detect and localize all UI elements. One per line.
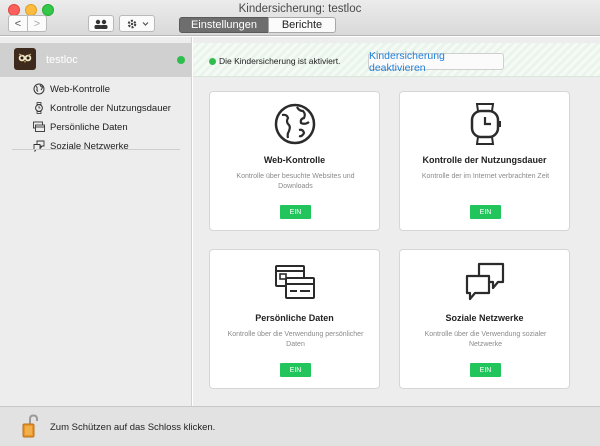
- owl-avatar-icon: [14, 48, 36, 70]
- card-web-kontrolle[interactable]: Web-Kontrolle Kontrolle über besuchte We…: [209, 91, 380, 231]
- sidebar-item-soziale-netzwerke[interactable]: Soziale Netzwerke: [0, 137, 192, 156]
- users-button[interactable]: [88, 15, 114, 32]
- chevron-right-icon: >: [33, 17, 41, 30]
- sidebar-item-label: Kontrolle der Nutzungsdauer: [50, 103, 171, 114]
- users-icon: [94, 19, 108, 29]
- online-status-dot: [177, 56, 185, 64]
- title-bar: Kindersicherung: testloc < > Einstellung…: [0, 0, 600, 36]
- sidebar-item-label: Persönliche Daten: [50, 122, 128, 133]
- globe-icon: [33, 83, 45, 95]
- tab-berichte[interactable]: Berichte: [268, 17, 336, 33]
- user-name: testloc: [46, 54, 78, 66]
- chevron-left-icon: <: [14, 17, 22, 30]
- card-title: Web-Kontrolle: [263, 155, 326, 165]
- sidebar-item-label: Web-Kontrolle: [50, 84, 111, 95]
- card-title: Persönliche Daten: [255, 313, 334, 323]
- card-icon: [33, 121, 45, 132]
- gear-icon: [127, 19, 136, 28]
- card-description: Kontrolle über die Verwendung persönlich…: [227, 331, 364, 348]
- card-nutzungsdauer[interactable]: Kontrolle der Nutzungsdauer Kontrolle de…: [399, 91, 570, 231]
- chat-bubbles-icon: [465, 262, 505, 301]
- status-banner: Die Kindersicherung ist aktiviert. Kinde…: [193, 43, 600, 77]
- settings-menu-button[interactable]: [119, 15, 155, 32]
- toggle-ein-button[interactable]: EIN: [280, 205, 311, 219]
- sidebar-item-nutzungsdauer[interactable]: Kontrolle der Nutzungsdauer: [0, 99, 192, 118]
- window-title: Kindersicherung: testloc: [238, 3, 362, 15]
- chevron-down-icon: [142, 21, 148, 26]
- card-soziale-netzwerke[interactable]: Soziale Netzwerke Kontrolle über die Ver…: [399, 249, 570, 389]
- card-icon: [275, 265, 315, 299]
- card-description: Kontrolle über die Verwendung sozialer N…: [424, 331, 547, 348]
- sidebar-item-label: Soziale Netzwerke: [50, 141, 129, 152]
- watch-icon: [35, 102, 43, 114]
- status-active-dot: [209, 58, 216, 65]
- card-title: Soziale Netzwerke: [445, 313, 524, 323]
- forward-button[interactable]: >: [27, 15, 47, 32]
- main-content: Die Kindersicherung ist aktiviert. Kinde…: [193, 37, 600, 406]
- sidebar-item-persoenliche-daten[interactable]: Persönliche Daten: [0, 118, 192, 137]
- status-text: Die Kindersicherung ist aktiviert.: [219, 56, 341, 66]
- chat-bubbles-icon: [33, 140, 45, 152]
- footer-lock-hint: Zum Schützen auf das Schloss klicken.: [50, 422, 216, 433]
- toggle-ein-button[interactable]: EIN: [470, 205, 501, 219]
- toggle-ein-button[interactable]: EIN: [280, 363, 311, 377]
- globe-icon: [274, 103, 316, 145]
- footer-bar: Zum Schützen auf das Schloss klicken.: [0, 406, 600, 446]
- deactivate-parental-control-button[interactable]: Kindersicherung deaktivieren: [368, 50, 504, 74]
- card-title: Kontrolle der Nutzungsdauer: [422, 155, 547, 165]
- toggle-ein-button[interactable]: EIN: [470, 363, 501, 377]
- card-description: Kontrolle über besuchte Websites und Dow…: [236, 173, 355, 190]
- sidebar-user-testloc[interactable]: testloc: [0, 43, 192, 77]
- tab-einstellungen[interactable]: Einstellungen: [179, 17, 269, 33]
- card-persoenliche-daten[interactable]: Persönliche Daten Kontrolle über die Ver…: [209, 249, 380, 389]
- back-button[interactable]: <: [8, 15, 28, 32]
- sidebar-item-web-kontrolle[interactable]: Web-Kontrolle: [0, 80, 192, 99]
- sidebar: testloc Web-Kontrolle Kontrolle der Nutz…: [0, 37, 192, 406]
- watch-icon: [470, 103, 501, 145]
- sidebar-nav: Web-Kontrolle Kontrolle der Nutzungsdaue…: [0, 80, 192, 156]
- card-description: Kontrolle der im Internet verbrachten Ze…: [421, 173, 550, 180]
- lock-open-icon[interactable]: [22, 414, 38, 438]
- sidebar-divider: [12, 149, 180, 150]
